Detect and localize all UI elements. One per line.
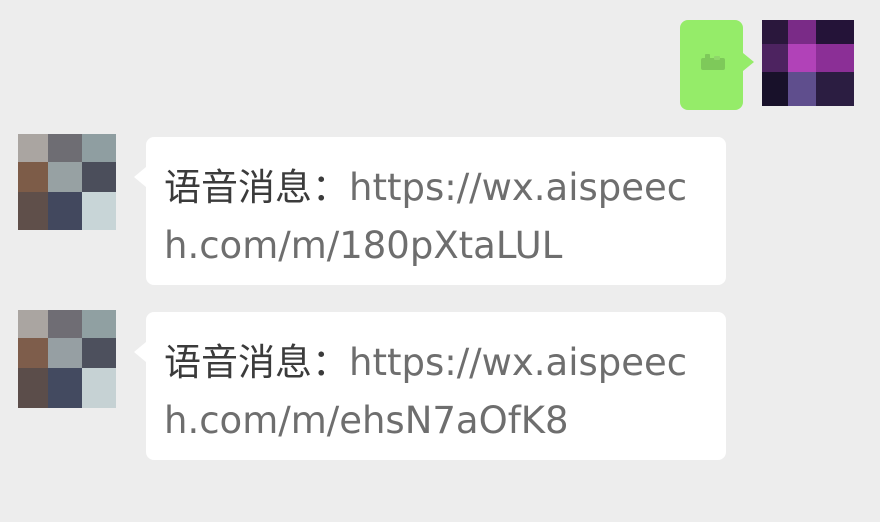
my-avatar[interactable]	[762, 20, 854, 106]
contact-avatar[interactable]	[18, 310, 116, 408]
message-text: 语音消息：https://wx.aispeech.com/m/ehsN7aOfK…	[164, 334, 710, 450]
message-text: 语音消息：https://wx.aispeech.com/m/180pXtaLU…	[164, 159, 710, 275]
message-prefix: 语音消息：	[164, 341, 349, 384]
outgoing-voice-bubble[interactable]	[680, 20, 754, 110]
incoming-message-bubble[interactable]: 语音消息：https://wx.aispeech.com/m/180pXtaLU…	[134, 137, 726, 285]
voice-message-icon	[701, 54, 725, 70]
incoming-message-bubble[interactable]: 语音消息：https://wx.aispeech.com/m/ehsN7aOfK…	[134, 312, 726, 460]
contact-avatar[interactable]	[18, 134, 116, 230]
message-prefix: 语音消息：	[164, 166, 349, 209]
chat-window: 语音消息：https://wx.aispeech.com/m/180pXtaLU…	[0, 0, 880, 522]
